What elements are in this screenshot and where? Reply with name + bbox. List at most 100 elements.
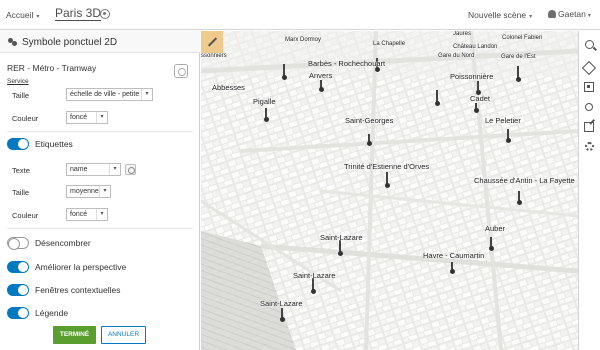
chevron-down-icon: ▾	[96, 209, 107, 220]
top-bar: Accueil ▾ Paris 3D Nouvelle scène ▾ Gaetan…	[0, 0, 600, 30]
label-color-label: Couleur	[12, 211, 39, 220]
station-pin[interactable]	[384, 172, 390, 188]
cancel-button[interactable]: ANNULER	[101, 326, 146, 344]
station-label: Abbesses	[212, 83, 245, 92]
daylight-icon[interactable]	[585, 103, 593, 111]
done-button[interactable]: TERMINÉ	[53, 326, 96, 344]
popups-toggle[interactable]	[7, 284, 29, 296]
size-label: Taille	[12, 91, 30, 100]
station-pin[interactable]	[488, 237, 494, 251]
station-pin[interactable]	[366, 134, 372, 146]
chevron-down-icon: ▾	[141, 89, 152, 100]
layers-icon[interactable]	[583, 61, 596, 74]
divider	[7, 131, 193, 132]
label-expression-icon[interactable]	[125, 164, 136, 175]
station-label: La Chapelle	[373, 41, 406, 47]
divider	[7, 228, 193, 229]
user-caret-icon: ▾	[587, 13, 591, 19]
panel-header: Symbole ponctuel 2D	[0, 31, 200, 53]
station-pin[interactable]	[310, 278, 316, 294]
service-link[interactable]: Service	[7, 78, 29, 85]
station-pin[interactable]	[434, 90, 440, 106]
share-icon[interactable]	[584, 122, 594, 132]
station-pin[interactable]	[505, 129, 511, 143]
symbol-style-icon	[8, 38, 17, 46]
station-pin[interactable]	[473, 103, 479, 113]
panel-title: Symbole ponctuel 2D	[22, 37, 118, 48]
station-label: Pigalle	[253, 97, 276, 106]
station-pin[interactable]	[449, 262, 455, 274]
new-scene-caret-icon: ▾	[529, 14, 533, 20]
basemap-icon[interactable]	[584, 82, 594, 92]
station-pin[interactable]	[279, 308, 285, 322]
station-label: Saint-Georges	[345, 116, 394, 125]
station-label: Saint-Lazare	[293, 271, 336, 280]
label-size-select[interactable]: moyenne ▾	[66, 185, 111, 198]
size-select[interactable]: échelle de ville - petite ▾	[66, 88, 153, 101]
station-label: Gare de l'Est	[501, 54, 536, 60]
station-pin[interactable]	[475, 81, 481, 95]
station-label: Trinité d'Estienne d'Orves	[344, 162, 430, 171]
home-label: Accueil	[6, 10, 34, 20]
settings-icon[interactable]	[585, 142, 594, 151]
chevron-down-icon: ▾	[109, 164, 120, 175]
scene-view[interactable]: Marx Dormoy La Chapelle Jaurès Colonel F…	[201, 31, 578, 350]
declutter-label: Désencombrer	[35, 238, 91, 248]
station-label: Jaurès	[453, 31, 472, 37]
right-toolbar	[578, 31, 600, 350]
station-pin[interactable]	[515, 66, 521, 82]
station-pin[interactable]	[281, 64, 287, 80]
station-label: Poissonnière	[450, 72, 494, 81]
color-select[interactable]: foncé ▾	[66, 111, 108, 124]
edit-pencil-icon[interactable]	[201, 31, 223, 53]
station-label: Marx Dormoy	[285, 37, 322, 43]
chevron-down-icon: ▾	[99, 186, 110, 197]
station-pin[interactable]	[337, 240, 343, 256]
new-scene-menu[interactable]: Nouvelle scène ▾	[468, 10, 532, 20]
user-icon	[548, 10, 556, 18]
station-label: Cadet	[470, 94, 491, 103]
new-scene-label: Nouvelle scène	[468, 10, 527, 20]
station-label: Auber	[485, 224, 506, 233]
home-menu[interactable]: Accueil ▾	[6, 10, 39, 20]
color-value: foncé	[70, 114, 88, 121]
symbol-panel: Symbole ponctuel 2D RER - Métro - Tramwa…	[0, 31, 200, 350]
color-label: Couleur	[12, 114, 39, 123]
city-3d-render	[201, 31, 578, 350]
search-icon[interactable]	[585, 40, 594, 49]
text-field-value: name	[70, 166, 88, 173]
text-field-select[interactable]: name ▾	[66, 163, 121, 176]
station-label: ssonniers	[201, 53, 227, 59]
station-pin[interactable]	[263, 108, 269, 122]
perspective-label: Améliorer la perspective	[35, 262, 127, 272]
home-caret-icon: ▾	[36, 14, 40, 20]
layer-name: RER - Métro - Tramway	[7, 63, 97, 73]
station-label: Le Peletier	[485, 116, 521, 125]
station-pin[interactable]	[318, 80, 324, 92]
label-color-value: foncé	[70, 211, 88, 218]
user-menu[interactable]: Gaetan ▾	[548, 9, 591, 19]
scene-settings-icon[interactable]	[100, 9, 110, 19]
scene-title[interactable]: Paris 3D	[55, 6, 102, 21]
station-label: Havre - Caumartin	[423, 251, 485, 260]
station-label: Gare du Nord	[438, 53, 475, 59]
station-label: Saint-Lazare	[320, 233, 363, 242]
station-label: Saint-Lazare	[260, 299, 303, 308]
text-label: Texte	[12, 166, 30, 175]
station-label: Colonel Fabien	[502, 35, 543, 41]
legend-toggle[interactable]	[7, 307, 29, 319]
label-size-value: moyenne	[70, 188, 99, 195]
declutter-toggle[interactable]	[7, 237, 29, 250]
popups-label: Fenêtres contextuelles	[35, 285, 121, 295]
station-pin[interactable]	[516, 191, 522, 205]
labels-toggle[interactable]	[7, 138, 29, 150]
legend-label: Légende	[35, 308, 69, 318]
chevron-down-icon: ▾	[96, 112, 107, 123]
station-label: Anvers	[309, 71, 333, 80]
user-name: Gaetan	[558, 9, 586, 19]
size-value: échelle de ville - petite	[70, 91, 140, 98]
label-color-select[interactable]: foncé ▾	[66, 208, 108, 221]
layer-symbol-icon[interactable]	[174, 64, 188, 78]
station-label: Château Landon	[453, 44, 498, 50]
perspective-toggle[interactable]	[7, 261, 29, 273]
